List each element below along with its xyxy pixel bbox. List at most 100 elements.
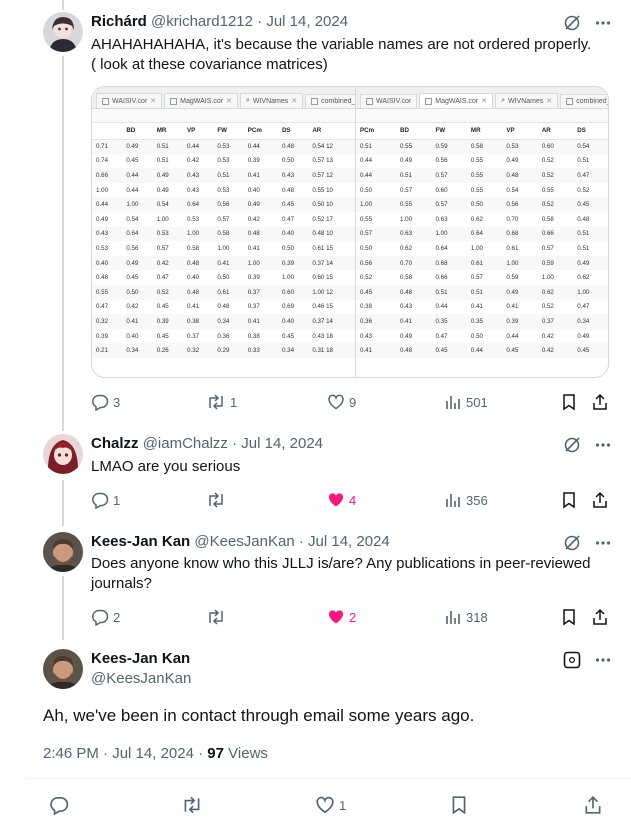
- matrix-cell: 0.53: [217, 157, 230, 165]
- reply-button[interactable]: [49, 795, 69, 815]
- matrix-cell: 0.55: [396, 197, 432, 212]
- matrix-cell: 0.68: [502, 226, 538, 242]
- matrix-row: 0.38 0.43 0.44 0.41 0.41 0.52 0.47: [356, 300, 608, 315]
- matrix-cell: 0.66: [435, 274, 448, 282]
- matrix-cell: 0.41: [506, 303, 519, 311]
- avatar[interactable]: [43, 649, 83, 689]
- share-button[interactable]: [591, 607, 609, 627]
- bookmark-button[interactable]: [450, 795, 468, 815]
- display-name[interactable]: Chalzz: [91, 435, 139, 452]
- matrix-cell: 0.54 12: [308, 139, 355, 154]
- like-button[interactable]: 2: [327, 607, 356, 627]
- avatar[interactable]: [43, 12, 83, 52]
- reply-button[interactable]: 1: [91, 490, 120, 510]
- matrix-cell: 0.49: [502, 284, 538, 300]
- reply-button[interactable]: 2: [91, 607, 120, 627]
- file-icon: [311, 98, 319, 105]
- views-button[interactable]: 356: [444, 490, 488, 510]
- matrix-cell: 0.51: [152, 139, 184, 154]
- share-button[interactable]: [591, 392, 609, 412]
- more-icon[interactable]: [595, 535, 611, 556]
- display-name[interactable]: Kees-Jan Kan: [91, 533, 190, 550]
- matrix-cell: 0.60: [537, 139, 574, 154]
- reply-button[interactable]: 3: [91, 392, 120, 412]
- like-button[interactable]: 9: [327, 392, 356, 412]
- views-count: 501: [466, 394, 488, 410]
- matrix-cell: 0.58: [187, 244, 200, 252]
- matrix-row: 0.41 0.48 0.45 0.44 0.45 0.42 0.45: [356, 343, 608, 358]
- bookmark-icon: [450, 795, 468, 815]
- matrix-cell: 0.55: [470, 186, 483, 194]
- author-handle[interactable]: @KeesJanKan: [91, 669, 191, 689]
- repost-button[interactable]: 1: [206, 392, 237, 412]
- repost-button[interactable]: [206, 490, 226, 510]
- more-icon[interactable]: [595, 15, 611, 36]
- matrix-cell: 0.66: [537, 226, 574, 242]
- matrix-row: 1.00 0.44 0.49 0.43 0.53 0.40 0.48 0.55 10: [92, 183, 355, 198]
- share-button[interactable]: [591, 490, 609, 510]
- post-time[interactable]: 2:46 PM: [43, 745, 99, 762]
- share-button[interactable]: [583, 795, 603, 815]
- column-header: FW: [213, 123, 244, 140]
- post-date[interactable]: Jul 14, 2024: [241, 435, 323, 452]
- post-date[interactable]: Jul 14, 2024: [266, 13, 348, 30]
- like-icon: [315, 795, 335, 815]
- repost-button[interactable]: [206, 607, 226, 627]
- matrix-cell: 0.70: [396, 255, 432, 271]
- like-button[interactable]: 4: [327, 490, 356, 510]
- matrix-cell: 0.48: [577, 215, 590, 223]
- matrix-cell: 0.36: [217, 332, 230, 340]
- avatar[interactable]: [43, 532, 83, 572]
- reply-keesjankan[interactable]: Kees-Jan Kan @KeesJanKan · Jul 14, 2024 …: [0, 520, 631, 640]
- matrix-cell: 0.49: [400, 332, 413, 340]
- bookmark-button[interactable]: [561, 490, 577, 510]
- column-header: BD: [122, 123, 153, 140]
- like-button[interactable]: 1: [315, 795, 346, 815]
- more-icon[interactable]: [595, 437, 611, 458]
- file-icon: [366, 98, 373, 105]
- matrix-cell: 0.34: [213, 314, 244, 329]
- matrix-cell: 0.49: [96, 215, 109, 223]
- matrix-cell: 0.40: [92, 255, 123, 271]
- avatar[interactable]: [43, 434, 83, 474]
- grok-icon[interactable]: [563, 436, 581, 459]
- matrix-cell: 0.54: [506, 186, 519, 194]
- matrix-cell: 0.62: [537, 284, 574, 300]
- matrix-cell: 0.60: [435, 186, 448, 194]
- repost-icon: [206, 393, 226, 411]
- matrix-cell: 0.61: [213, 284, 244, 300]
- matrix-cell: 0.51: [356, 139, 397, 154]
- handle[interactable]: @iamChalzz: [143, 435, 228, 452]
- bookmark-icon: [561, 608, 577, 626]
- handle[interactable]: @KeesJanKan: [194, 533, 294, 550]
- action-bar: 2 2 318: [91, 607, 611, 627]
- bookmark-button[interactable]: [561, 607, 577, 627]
- grok-icon[interactable]: [563, 14, 581, 37]
- handle[interactable]: @krichard1212: [151, 13, 253, 30]
- matrix-cell: 0.49: [156, 186, 169, 194]
- grok-icon[interactable]: [563, 651, 581, 674]
- repost-count: 1: [230, 394, 238, 410]
- matrix-row: 0.50 0.57 0.60 0.55 0.54 0.55 0.52: [356, 183, 608, 198]
- matrix-cell: 0.39: [96, 332, 109, 340]
- views-button[interactable]: 501: [444, 392, 488, 412]
- author-name[interactable]: Kees-Jan Kan: [91, 649, 190, 669]
- matrix-cell: 0.44: [243, 139, 278, 154]
- bookmark-button[interactable]: [561, 392, 577, 412]
- share-icon: [591, 393, 609, 411]
- post-date[interactable]: Jul 14, 2024: [308, 533, 390, 550]
- reply-chalzz[interactable]: Chalzz @iamChalzz · Jul 14, 2024 LMAO ar…: [0, 420, 631, 520]
- display-name[interactable]: Richárd: [91, 13, 147, 30]
- file-tab: MagWAIS.cor ✕: [164, 93, 238, 108]
- more-icon[interactable]: [595, 652, 611, 673]
- attached-image[interactable]: WAISIV.cor ✕ MagWAIS.cor ✕ ⌕ WIVNames ✕ comb…: [91, 86, 609, 378]
- matrix-cell: 0.44: [126, 186, 139, 194]
- views-button[interactable]: 318: [444, 607, 488, 627]
- post-date[interactable]: Jul 14, 2024: [112, 745, 194, 762]
- repost-button[interactable]: [181, 795, 203, 815]
- reply-richard[interactable]: Richárd @krichard1212 · Jul 14, 2024 AHA…: [0, 0, 631, 420]
- matrix-row: 0.50 0.62 0.64 1.00 0.61 0.57 0.51: [356, 241, 608, 256]
- matrix-cell: 0.49: [506, 157, 519, 165]
- matrix-cell: 0.60: [277, 284, 309, 300]
- file-tab: ⌕ WIVNames ✕: [495, 93, 559, 108]
